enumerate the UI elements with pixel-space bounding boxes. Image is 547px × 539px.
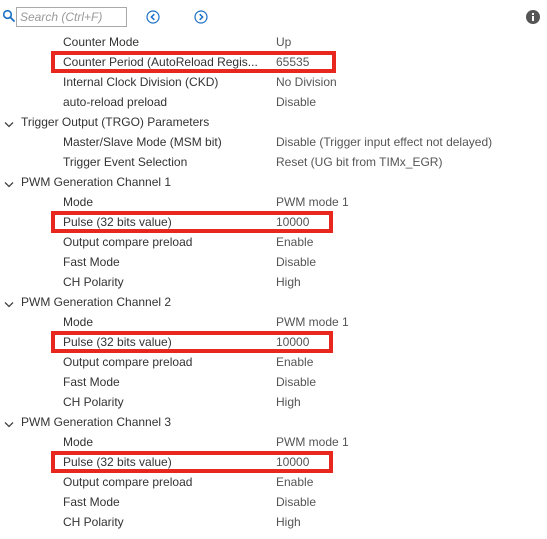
parameter-value[interactable]: PWM mode 1 <box>276 434 349 450</box>
parameter-label: Mode <box>63 195 94 209</box>
parameter-row[interactable]: Internal Clock Division (CKD) No Division <box>0 72 547 92</box>
parameter-label: Pulse (32 bits value) <box>63 335 172 349</box>
parameter-row[interactable]: Pulse (32 bits value) 10000 <box>0 331 547 353</box>
parameter-row[interactable]: Output compare preload Enable <box>0 232 547 252</box>
parameter-label: Mode <box>63 435 94 449</box>
parameter-value[interactable]: High <box>276 394 301 410</box>
toolbar <box>0 0 547 33</box>
chevron-down-icon[interactable] <box>4 178 14 188</box>
parameter-row[interactable]: Trigger Event Selection Reset (UG bit fro… <box>0 152 547 172</box>
parameter-label: Fast Mode <box>63 255 120 269</box>
parameter-value[interactable]: Up <box>276 34 291 50</box>
search-input[interactable] <box>16 7 127 27</box>
group-label: PWM Generation Channel 1 <box>21 175 172 189</box>
parameter-label: Counter Mode <box>63 35 140 49</box>
parameter-value[interactable]: Disable <box>276 494 316 510</box>
parameter-label: Pulse (32 bits value) <box>63 455 172 469</box>
parameter-value[interactable]: PWM mode 1 <box>276 194 349 210</box>
parameter-label: Mode <box>63 315 94 329</box>
parameter-label: Fast Mode <box>63 375 120 389</box>
group-label: Trigger Output (TRGO) Parameters <box>21 115 210 129</box>
parameter-row[interactable]: Mode PWM mode 1 <box>0 312 547 332</box>
group-label: PWM Generation Channel 3 <box>21 415 172 429</box>
parameter-row[interactable]: Fast Mode Disable <box>0 372 547 392</box>
parameter-row[interactable]: Output compare preload Enable <box>0 352 547 372</box>
parameter-value[interactable]: 10000 <box>276 334 309 350</box>
parameter-label: CH Polarity <box>63 395 124 409</box>
parameter-label: Output compare preload <box>63 355 193 369</box>
parameter-value[interactable]: Disable <box>276 94 316 110</box>
parameter-value[interactable]: High <box>276 274 301 290</box>
parameter-value[interactable]: Enable <box>276 234 313 250</box>
tree-group[interactable]: PWM Generation Channel 3 <box>0 412 547 432</box>
parameter-label: auto-reload preload <box>63 95 168 109</box>
parameter-label: Internal Clock Division (CKD) <box>63 75 219 89</box>
parameter-label: Fast Mode <box>63 495 120 509</box>
chevron-down-icon[interactable] <box>4 298 14 308</box>
group-label: PWM Generation Channel 2 <box>21 295 172 309</box>
parameter-tree: Counter Mode Up Counter Period (AutoReload… <box>0 32 547 532</box>
parameter-row[interactable]: Counter Mode Up <box>0 32 547 52</box>
parameter-row[interactable]: Mode PWM mode 1 <box>0 192 547 212</box>
parameter-value[interactable]: Enable <box>276 474 313 490</box>
parameter-row[interactable]: CH Polarity High <box>0 272 547 292</box>
parameter-row[interactable]: auto-reload preload Disable <box>0 92 547 112</box>
parameter-value[interactable]: PWM mode 1 <box>276 314 349 330</box>
parameter-value[interactable]: 10000 <box>276 454 309 470</box>
tree-group[interactable]: PWM Generation Channel 2 <box>0 292 547 312</box>
parameter-label: Trigger Event Selection <box>63 155 188 169</box>
parameter-label: Output compare preload <box>63 475 193 489</box>
parameter-label: CH Polarity <box>63 275 124 289</box>
chevron-down-icon[interactable] <box>4 118 14 128</box>
parameter-value[interactable]: No Division <box>276 74 337 90</box>
parameter-label: Output compare preload <box>63 235 193 249</box>
parameter-row[interactable]: Fast Mode Disable <box>0 492 547 512</box>
search-icon <box>2 9 16 23</box>
parameter-row[interactable]: Mode PWM mode 1 <box>0 432 547 452</box>
parameter-row[interactable]: CH Polarity High <box>0 512 547 532</box>
parameter-label: Pulse (32 bits value) <box>63 215 172 229</box>
parameter-value[interactable]: Disable (Trigger input effect not delaye… <box>276 134 492 150</box>
parameter-value[interactable]: Enable <box>276 354 313 370</box>
parameter-row[interactable]: Fast Mode Disable <box>0 252 547 272</box>
parameter-value[interactable]: Reset (UG bit from TIMx_EGR) <box>276 154 442 170</box>
tree-group[interactable]: PWM Generation Channel 1 <box>0 172 547 192</box>
parameter-label: Counter Period (AutoReload Regis... <box>63 55 258 69</box>
chevron-down-icon[interactable] <box>4 418 14 428</box>
parameter-row[interactable]: Counter Period (AutoReload Regis... 65535 <box>0 51 547 73</box>
parameter-row[interactable]: Output compare preload Enable <box>0 472 547 492</box>
parameter-value[interactable]: 10000 <box>276 214 309 230</box>
parameter-row[interactable]: Pulse (32 bits value) 10000 <box>0 451 547 473</box>
parameter-row[interactable]: Pulse (32 bits value) 10000 <box>0 211 547 233</box>
parameter-value[interactable]: High <box>276 514 301 530</box>
parameter-value[interactable]: Disable <box>276 374 316 390</box>
tree-group[interactable]: Trigger Output (TRGO) Parameters <box>0 112 547 132</box>
parameter-row[interactable]: Master/Slave Mode (MSM bit) Disable (Trig… <box>0 132 547 152</box>
parameter-value[interactable]: 65535 <box>276 54 309 70</box>
parameter-label: Master/Slave Mode (MSM bit) <box>63 135 222 149</box>
info-icon[interactable] <box>526 10 540 24</box>
forward-arrow-icon[interactable] <box>194 10 208 24</box>
parameter-row[interactable]: CH Polarity High <box>0 392 547 412</box>
parameter-label: CH Polarity <box>63 515 124 529</box>
back-arrow-icon[interactable] <box>146 10 160 24</box>
parameter-value[interactable]: Disable <box>276 254 316 270</box>
